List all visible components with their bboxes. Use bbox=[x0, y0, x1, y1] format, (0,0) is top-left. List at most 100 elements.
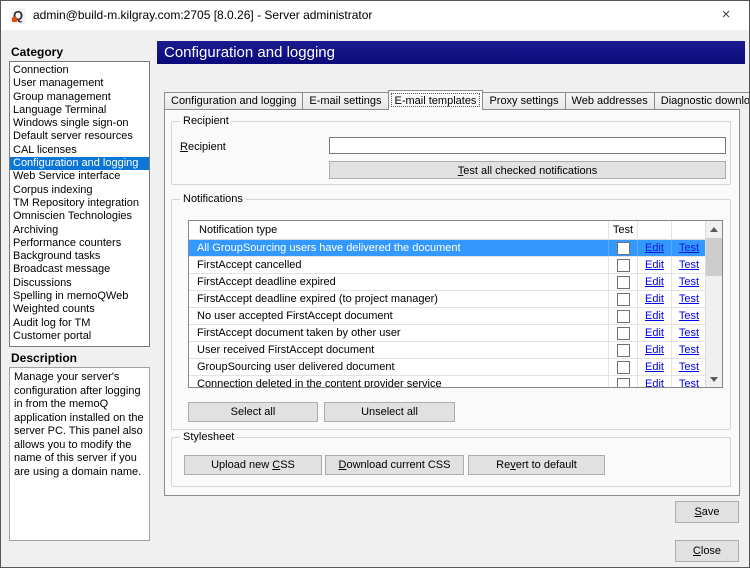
notification-type-cell[interactable]: User received FirstAccept document bbox=[189, 342, 609, 358]
tab-diagnostic-downloads[interactable]: Diagnostic downloads bbox=[654, 92, 750, 109]
sidebar-item[interactable]: Language Terminal bbox=[10, 104, 149, 117]
test-link[interactable]: Test bbox=[679, 361, 699, 373]
test-cell: Test bbox=[672, 342, 706, 358]
test-checkbox-cell bbox=[609, 376, 638, 388]
sidebar-item[interactable]: Connection bbox=[10, 64, 149, 77]
sidebar-item[interactable]: Audit log for TM bbox=[10, 317, 149, 330]
revert-to-default-button[interactable]: Revert to default bbox=[468, 455, 605, 475]
test-link[interactable]: Test bbox=[679, 259, 699, 271]
tab-proxy-settings[interactable]: Proxy settings bbox=[482, 92, 565, 109]
edit-link[interactable]: Edit bbox=[645, 242, 664, 254]
edit-link[interactable]: Edit bbox=[645, 378, 664, 388]
sidebar-item[interactable]: Windows single sign-on bbox=[10, 117, 149, 130]
sidebar-item[interactable]: Group management bbox=[10, 91, 149, 104]
unselect-all-button[interactable]: Unselect all bbox=[324, 402, 455, 422]
notification-type-cell[interactable]: FirstAccept document taken by other user bbox=[189, 325, 609, 341]
notification-type-cell[interactable]: GroupSourcing user delivered document bbox=[189, 359, 609, 375]
test-checkbox[interactable] bbox=[617, 378, 630, 389]
edit-link[interactable]: Edit bbox=[645, 327, 664, 339]
test-link[interactable]: Test bbox=[679, 276, 699, 288]
notification-type-cell[interactable]: FirstAccept cancelled bbox=[189, 257, 609, 273]
table-row[interactable]: FirstAccept deadline expired (to project… bbox=[189, 291, 706, 308]
test-link[interactable]: Test bbox=[679, 378, 699, 388]
description-label: Description bbox=[11, 351, 77, 365]
test-checkbox[interactable] bbox=[617, 259, 630, 272]
test-link[interactable]: Test bbox=[679, 344, 699, 356]
table-row[interactable]: FirstAccept cancelled Edit Test bbox=[189, 257, 706, 274]
edit-cell: Edit bbox=[638, 359, 672, 375]
tab-configuration-and-logging[interactable]: Configuration and logging bbox=[164, 92, 303, 109]
notifications-group-label: Notifications bbox=[180, 193, 246, 205]
sidebar-item[interactable]: Customer portal bbox=[10, 330, 149, 343]
column-header-test-action[interactable] bbox=[672, 221, 706, 239]
sidebar-item[interactable]: Performance counters bbox=[10, 237, 149, 250]
notification-type-cell[interactable]: All GroupSourcing users have delivered t… bbox=[189, 240, 609, 256]
column-header-edit[interactable] bbox=[638, 221, 672, 239]
table-row[interactable]: FirstAccept document taken by other user… bbox=[189, 325, 706, 342]
test-checkbox[interactable] bbox=[617, 310, 630, 323]
close-icon[interactable]: × bbox=[711, 4, 741, 26]
notification-type-cell[interactable]: Connection deleted in the content provid… bbox=[189, 376, 609, 388]
column-header-test[interactable]: Test bbox=[609, 221, 638, 239]
sidebar-item[interactable]: Discussions bbox=[10, 277, 149, 290]
test-checkbox[interactable] bbox=[617, 242, 630, 255]
notification-type-cell[interactable]: No user accepted FirstAccept document bbox=[189, 308, 609, 324]
tab-e-mail-settings[interactable]: E-mail settings bbox=[302, 92, 388, 109]
test-link[interactable]: Test bbox=[679, 242, 699, 254]
edit-cell: Edit bbox=[638, 342, 672, 358]
test-checkbox[interactable] bbox=[617, 293, 630, 306]
test-checkbox[interactable] bbox=[617, 361, 630, 374]
test-link[interactable]: Test bbox=[679, 310, 699, 322]
sidebar-item[interactable]: Spelling in memoQWeb bbox=[10, 290, 149, 303]
column-header-notification-type[interactable]: Notification type bbox=[189, 221, 609, 239]
table-row[interactable]: Connection deleted in the content provid… bbox=[189, 376, 706, 388]
edit-link[interactable]: Edit bbox=[645, 293, 664, 305]
tab-e-mail-templates[interactable]: E-mail templates bbox=[388, 90, 484, 110]
scroll-up-icon[interactable] bbox=[706, 221, 722, 237]
sidebar-item[interactable]: CAL licenses bbox=[10, 144, 149, 157]
scroll-down-icon[interactable] bbox=[706, 371, 722, 387]
test-checkbox[interactable] bbox=[617, 276, 630, 289]
table-row[interactable]: User received FirstAccept document Edit Te… bbox=[189, 342, 706, 359]
test-all-notifications-button[interactable]: Test all checked notifications bbox=[329, 161, 726, 179]
test-checkbox[interactable] bbox=[617, 344, 630, 357]
table-row[interactable]: All GroupSourcing users have delivered t… bbox=[189, 240, 706, 257]
test-link[interactable]: Test bbox=[679, 327, 699, 339]
download-current-css-button[interactable]: Download current CSS bbox=[325, 455, 464, 475]
recipient-field-label: Recipient bbox=[180, 141, 226, 153]
edit-link[interactable]: Edit bbox=[645, 361, 664, 373]
test-cell: Test bbox=[672, 359, 706, 375]
sidebar-item[interactable]: Web Service interface bbox=[10, 170, 149, 183]
select-all-button[interactable]: Select all bbox=[188, 402, 318, 422]
sidebar-item[interactable]: Archiving bbox=[10, 224, 149, 237]
category-listbox[interactable]: ConnectionUser managementGroup managemen… bbox=[9, 61, 150, 347]
sidebar-item[interactable]: Weighted counts bbox=[10, 303, 149, 316]
recipient-input[interactable] bbox=[329, 137, 726, 154]
test-link[interactable]: Test bbox=[679, 293, 699, 305]
sidebar-item[interactable]: Broadcast message bbox=[10, 263, 149, 276]
edit-link[interactable]: Edit bbox=[645, 344, 664, 356]
scrollbar-thumb[interactable] bbox=[706, 238, 722, 276]
close-button[interactable]: Close bbox=[675, 540, 739, 562]
edit-link[interactable]: Edit bbox=[645, 259, 664, 271]
sidebar-item[interactable]: Configuration and logging bbox=[10, 157, 149, 170]
sidebar-item[interactable]: Background tasks bbox=[10, 250, 149, 263]
sidebar-item[interactable]: Omniscien Technologies bbox=[10, 210, 149, 223]
sidebar-item[interactable]: Default server resources bbox=[10, 130, 149, 143]
table-row[interactable]: No user accepted FirstAccept document Edi… bbox=[189, 308, 706, 325]
edit-link[interactable]: Edit bbox=[645, 276, 664, 288]
save-button[interactable]: Save bbox=[675, 501, 739, 523]
sidebar-item[interactable]: TM Repository integration bbox=[10, 197, 149, 210]
edit-link[interactable]: Edit bbox=[645, 310, 664, 322]
test-checkbox[interactable] bbox=[617, 327, 630, 340]
table-row[interactable]: GroupSourcing user delivered document Edi… bbox=[189, 359, 706, 376]
notification-type-cell[interactable]: FirstAccept deadline expired (to project… bbox=[189, 291, 609, 307]
sidebar-item[interactable]: User management bbox=[10, 77, 149, 90]
tab-web-addresses[interactable]: Web addresses bbox=[565, 92, 655, 109]
table-row[interactable]: FirstAccept deadline expired Edit Test bbox=[189, 274, 706, 291]
notification-type-cell[interactable]: FirstAccept deadline expired bbox=[189, 274, 609, 290]
sidebar-item[interactable]: Corpus indexing bbox=[10, 184, 149, 197]
table-scrollbar[interactable] bbox=[705, 221, 722, 387]
title-bar[interactable]: Q admin@build-m.kilgray.com:2705 [8.0.26… bbox=[1, 1, 749, 30]
upload-new-css-button[interactable]: Upload new CSS bbox=[184, 455, 322, 475]
